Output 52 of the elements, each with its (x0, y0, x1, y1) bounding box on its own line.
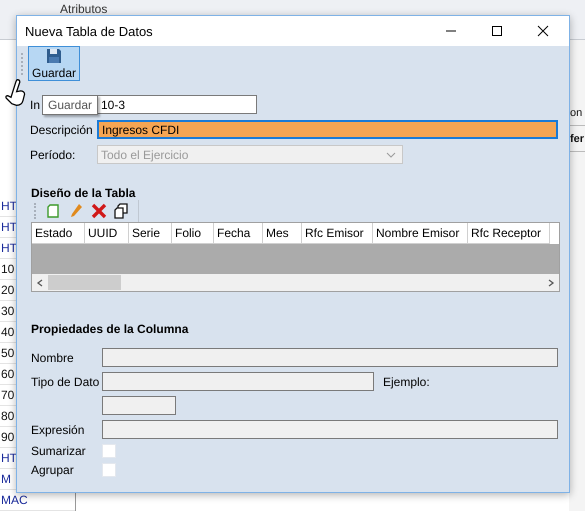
list-item[interactable]: 20 (1, 283, 14, 297)
pencil-icon[interactable] (68, 203, 84, 219)
list-item[interactable]: HT (1, 199, 17, 213)
section-title: Diseño de la Tabla (31, 186, 136, 200)
window-title: Nueva Tabla de Datos (24, 24, 153, 38)
scroll-left-icon[interactable] (36, 278, 44, 286)
list-item[interactable]: 50 (1, 346, 14, 360)
input-field[interactable]: 10-3 (97, 95, 257, 114)
close-icon[interactable] (537, 25, 549, 37)
copy-icon[interactable] (114, 203, 130, 219)
scroll-thumb[interactable] (48, 275, 121, 290)
list-item[interactable]: HT (1, 241, 17, 255)
list-item[interactable]: M (1, 472, 11, 486)
scroll-right-icon[interactable] (547, 278, 555, 286)
toolbar-grip[interactable] (21, 53, 25, 75)
input-field[interactable]: Ingresos CFDI (97, 120, 558, 139)
list-item[interactable]: 10 (1, 262, 14, 276)
new-page-icon[interactable] (45, 203, 61, 219)
list-item[interactable]: 30 (1, 304, 14, 318)
list-item[interactable]: 90 (1, 430, 14, 444)
list-item[interactable]: 80 (1, 409, 14, 423)
list-item[interactable]: HT (1, 451, 17, 465)
list-item[interactable]: HT (1, 220, 17, 234)
column-header: fer (570, 132, 584, 144)
checkbox[interactable] (102, 463, 116, 477)
list-item[interactable]: 40 (1, 325, 14, 339)
save-button[interactable]: Guardar (28, 46, 80, 81)
column-header: Atributos (60, 2, 108, 16)
field-label: Tipo de Dato (31, 374, 100, 388)
field-label: In (30, 98, 40, 112)
input-field[interactable] (102, 420, 558, 439)
list-item[interactable]: 60 (1, 367, 14, 381)
toolbar-grip[interactable] (34, 203, 38, 219)
field-label: Expresión (31, 422, 86, 436)
input-field[interactable] (102, 348, 558, 367)
field-label: Período: (30, 148, 76, 162)
tooltip: Guardar (42, 95, 98, 115)
list-item[interactable]: 70 (1, 388, 14, 402)
column-header: on (570, 106, 582, 118)
field-label: Descripción (30, 122, 93, 136)
delete-icon[interactable] (91, 203, 107, 219)
maximize-icon[interactable] (491, 25, 503, 37)
input-field[interactable] (102, 372, 374, 391)
section-title: Propiedades de la Columna (31, 322, 190, 336)
list-item[interactable]: MAC (1, 493, 28, 507)
checkbox-label: Agrupar (31, 463, 75, 477)
field-label: Ejemplo: (383, 374, 430, 388)
hand-cursor-icon (3, 78, 27, 107)
input-field[interactable] (102, 396, 176, 415)
checkbox-label: Sumarizar (31, 444, 87, 458)
field-label: Nombre (31, 350, 75, 364)
checkbox[interactable] (102, 444, 116, 458)
